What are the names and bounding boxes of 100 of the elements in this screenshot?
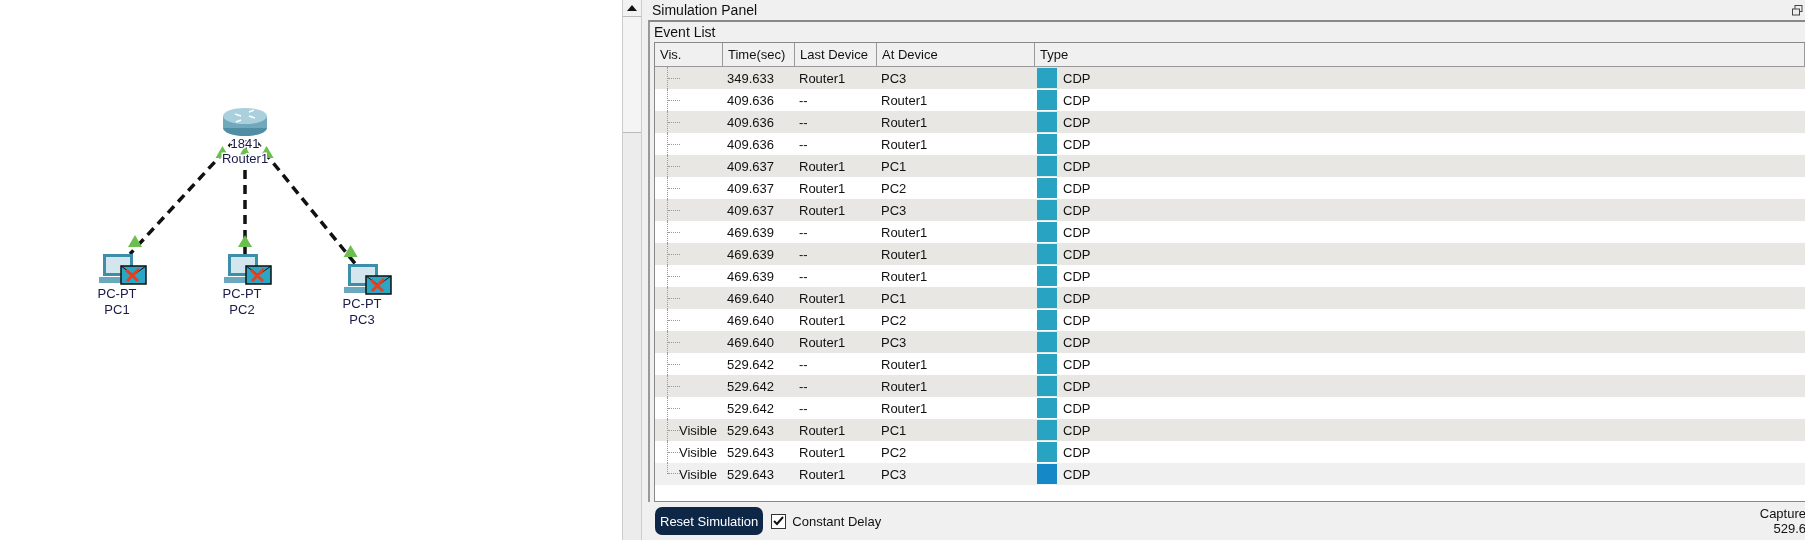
- event-row[interactable]: 409.637 Router1 PC3 CDP: [655, 199, 1805, 221]
- table-cell: Router1: [881, 224, 928, 240]
- table-cell: CDP: [1063, 444, 1091, 460]
- event-row[interactable]: 529.642 -- Router1 CDP: [655, 375, 1805, 397]
- table-cell: Router1: [881, 268, 928, 284]
- event-row[interactable]: Visible 529.643 Router1 PC3 CDP: [655, 463, 1805, 485]
- table-cell: PC2: [881, 312, 907, 328]
- captured-label: Capture: [1759, 506, 1805, 521]
- table-cell: Visible: [679, 444, 718, 460]
- table-cell: CDP: [1063, 136, 1091, 152]
- table-cell: --: [799, 92, 808, 108]
- table-cell: Router1: [799, 290, 846, 306]
- pc-model: PC-PT: [222, 286, 262, 301]
- pc-model: PC-PT: [342, 296, 382, 311]
- event-row[interactable]: 409.636 -- Router1 CDP: [655, 111, 1805, 133]
- envelope-icon: [245, 265, 272, 285]
- table-cell: 409.636: [727, 136, 774, 152]
- table-cell: Router1: [881, 378, 928, 394]
- table-cell: Router1: [881, 92, 928, 108]
- table-cell: Visible: [679, 466, 718, 482]
- table-cell: 409.636: [727, 92, 774, 108]
- table-cell: CDP: [1063, 268, 1091, 284]
- column-header[interactable]: Time(sec): [723, 43, 795, 66]
- table-cell: CDP: [1063, 290, 1091, 306]
- table-cell: CDP: [1063, 158, 1091, 174]
- captured-time: 529.6: [1773, 521, 1805, 536]
- table-cell: Router1: [799, 334, 846, 350]
- pc-name: PC3: [349, 312, 375, 327]
- scroll-thumb[interactable]: [623, 17, 641, 133]
- table-cell: CDP: [1063, 180, 1091, 196]
- column-header[interactable]: Vis.: [655, 43, 723, 66]
- table-cell: 469.640: [727, 312, 774, 328]
- table-cell: Router1: [799, 312, 846, 328]
- table-cell: Router1: [799, 70, 846, 86]
- event-list-title: Event List: [654, 24, 717, 42]
- table-cell: --: [799, 136, 808, 152]
- table-cell: 469.639: [727, 268, 774, 284]
- table-cell: 469.639: [727, 246, 774, 262]
- table-cell: Router1: [881, 136, 928, 152]
- table-cell: Router1: [881, 356, 928, 372]
- table-cell: Router1: [799, 422, 846, 438]
- table-cell: Router1: [881, 400, 928, 416]
- table-cell: 409.637: [727, 202, 774, 218]
- table-cell: PC1: [881, 158, 907, 174]
- table-cell: Router1: [799, 158, 846, 174]
- table-cell: CDP: [1063, 422, 1091, 438]
- table-cell: CDP: [1063, 224, 1091, 240]
- pc-name: PC1: [104, 302, 130, 317]
- constant-delay-checkbox[interactable]: [771, 513, 787, 529]
- table-cell: --: [799, 114, 808, 130]
- table-cell: CDP: [1063, 378, 1091, 394]
- table-cell: PC3: [881, 70, 907, 86]
- event-row[interactable]: Visible 529.643 Router1 PC1 CDP: [655, 419, 1805, 441]
- event-row[interactable]: 409.637 Router1 PC1 CDP: [655, 155, 1805, 177]
- event-row[interactable]: 469.639 -- Router1 CDP: [655, 243, 1805, 265]
- column-header[interactable]: Type: [1035, 43, 1805, 66]
- table-cell: 529.643: [727, 422, 774, 438]
- table-cell: --: [799, 268, 808, 284]
- column-header[interactable]: At Device: [877, 43, 1035, 66]
- table-cell: Router1: [799, 180, 846, 196]
- router-icon[interactable]: [223, 108, 267, 136]
- reset-simulation-button[interactable]: Reset Simulation: [655, 507, 764, 535]
- pc-name: PC2: [229, 302, 255, 317]
- table-cell: 529.643: [727, 466, 774, 482]
- table-cell: 409.637: [727, 180, 774, 196]
- up-arrow-icon: [627, 5, 637, 11]
- table-cell: Router1: [799, 202, 846, 218]
- scroll-up-button[interactable]: [623, 0, 641, 17]
- table-cell: Router1: [881, 114, 928, 130]
- table-cell: 529.642: [727, 400, 774, 416]
- table-cell: Router1: [881, 246, 928, 262]
- table-cell: CDP: [1063, 312, 1091, 328]
- table-cell: 409.637: [727, 158, 774, 174]
- table-cell: --: [799, 400, 808, 416]
- table-cell: PC1: [881, 422, 907, 438]
- table-cell: PC2: [881, 180, 907, 196]
- event-row[interactable]: 469.640 Router1 PC3 CDP: [655, 331, 1805, 353]
- table-cell: PC2: [881, 444, 907, 460]
- table-cell: CDP: [1063, 114, 1091, 130]
- event-row[interactable]: 349.633 Router1 PC3 CDP: [655, 67, 1805, 89]
- table-cell: PC3: [881, 202, 907, 218]
- envelope-icon: [120, 265, 147, 285]
- table-cell: CDP: [1063, 400, 1091, 416]
- constant-delay-label: Constant Delay: [792, 513, 882, 529]
- envelope-icon: [365, 275, 392, 295]
- table-cell: CDP: [1063, 246, 1091, 262]
- table-cell: --: [799, 224, 808, 240]
- table-cell: 529.642: [727, 356, 774, 372]
- table-cell: 469.639: [727, 224, 774, 240]
- restore-icon[interactable]: [1792, 4, 1803, 16]
- table-cell: PC3: [881, 466, 907, 482]
- table-cell: CDP: [1063, 70, 1091, 86]
- table-cell: CDP: [1063, 92, 1091, 108]
- table-cell: 469.640: [727, 334, 774, 350]
- panel-title: Simulation Panel: [652, 2, 758, 18]
- table-cell: 409.636: [727, 114, 774, 130]
- table-cell: CDP: [1063, 202, 1091, 218]
- event-row[interactable]: 469.640 Router1 PC1 CDP: [655, 287, 1805, 309]
- column-header[interactable]: Last Device: [795, 43, 877, 66]
- table-cell: 469.640: [727, 290, 774, 306]
